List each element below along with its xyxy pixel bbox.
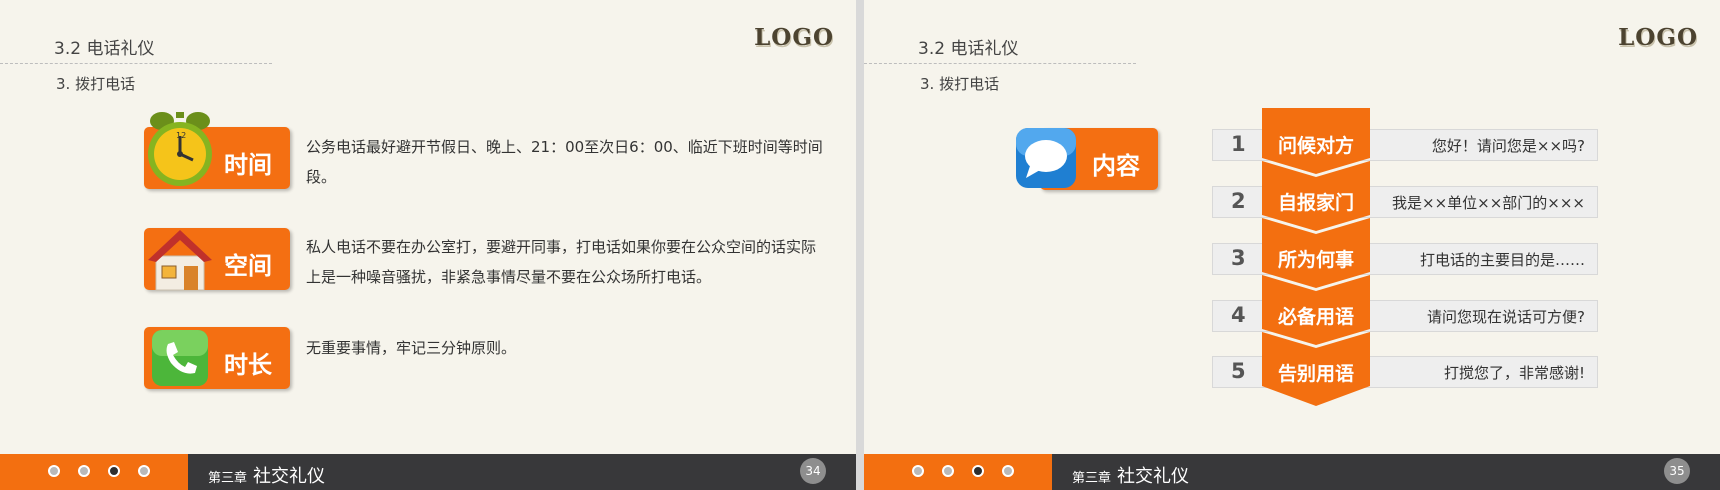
chapter-info: 第三章 社交礼仪 [1072,462,1189,488]
footer-accent [864,454,1052,490]
step-title-5: 告别用语 [1277,363,1354,385]
logo: LOGO [1618,24,1698,51]
slide-35: 3.2 电话礼仪 3. 拨打电话 LOGO 内容 1 您好！请问您是××吗? 2… [864,0,1720,490]
divider [0,63,272,64]
nav-dot-2[interactable] [942,465,954,477]
page-number: 34 [800,458,826,484]
nav-dot-1[interactable] [48,465,60,477]
tab-label: 时长 [224,351,272,379]
logo: LOGO [754,24,834,51]
step-text: 打电话的主要目的是…… [1419,251,1585,269]
step-number: 5 [1231,359,1246,383]
tab-label: 内容 [1092,152,1140,180]
nav-dot-1[interactable] [912,465,924,477]
phone-icon [152,330,208,386]
chapter-info: 第三章 社交礼仪 [208,462,325,488]
svg-text:12: 12 [176,131,186,140]
step-text: 打搅您了，非常感谢! [1443,364,1585,382]
step-text: 请问您现在说话可方便? [1427,308,1585,326]
tab-label: 时间 [224,151,272,179]
step-number: 2 [1231,189,1246,213]
chapter-title: 社交礼仪 [253,466,326,487]
step-number: 1 [1231,132,1246,156]
time-description: 公务电话最好避开节假日、晚上、21：00至次日6：00、临近下班时间等时间段。 [306,138,823,186]
step-text: 我是××单位××部门的××× [1392,194,1585,212]
nav-dot-3-active[interactable] [972,465,984,477]
house-icon [148,230,212,291]
alarm-clock-icon: 12 [148,112,212,186]
chapter-title: 社交礼仪 [1117,466,1190,487]
step-number: 3 [1231,246,1246,270]
step-title-2: 自报家门 [1277,192,1354,214]
step-title-1: 问候对方 [1277,135,1354,157]
footer: 第三章 社交礼仪 34 [0,454,856,490]
space-description: 私人电话不要在办公室打，要避开同事，打电话如果你要在公众空间的话实际上是一种噪音… [306,238,817,286]
chapter-prefix: 第三章 [1072,471,1112,486]
divider [864,63,1136,64]
page-number: 35 [1664,458,1690,484]
subtitle: 3. 拨打电话 [920,75,1000,93]
step-title-4: 必备用语 [1277,306,1354,328]
tab-label: 空间 [224,252,272,280]
footer-accent [0,454,188,490]
speech-bubble-icon [1016,128,1076,188]
footer: 第三章 社交礼仪 35 [864,454,1720,490]
step-title-3: 所为何事 [1277,249,1354,271]
nav-dot-3-active[interactable] [108,465,120,477]
section-title: 3.2 电话礼仪 [54,39,155,59]
subtitle: 3. 拨打电话 [56,75,136,93]
nav-dot-4[interactable] [138,465,150,477]
chapter-prefix: 第三章 [208,471,248,486]
section-title: 3.2 电话礼仪 [918,39,1019,59]
slide-34: 3.2 电话礼仪 3. 拨打电话 LOGO 时间 12 公务电话最好避开节假日、… [0,0,856,490]
duration-description: 无重要事情，牢记三分钟原则。 [306,339,517,357]
step-text: 您好！请问您是××吗? [1431,137,1585,155]
step-number: 4 [1231,303,1246,327]
nav-dot-4[interactable] [1002,465,1014,477]
nav-dot-2[interactable] [78,465,90,477]
